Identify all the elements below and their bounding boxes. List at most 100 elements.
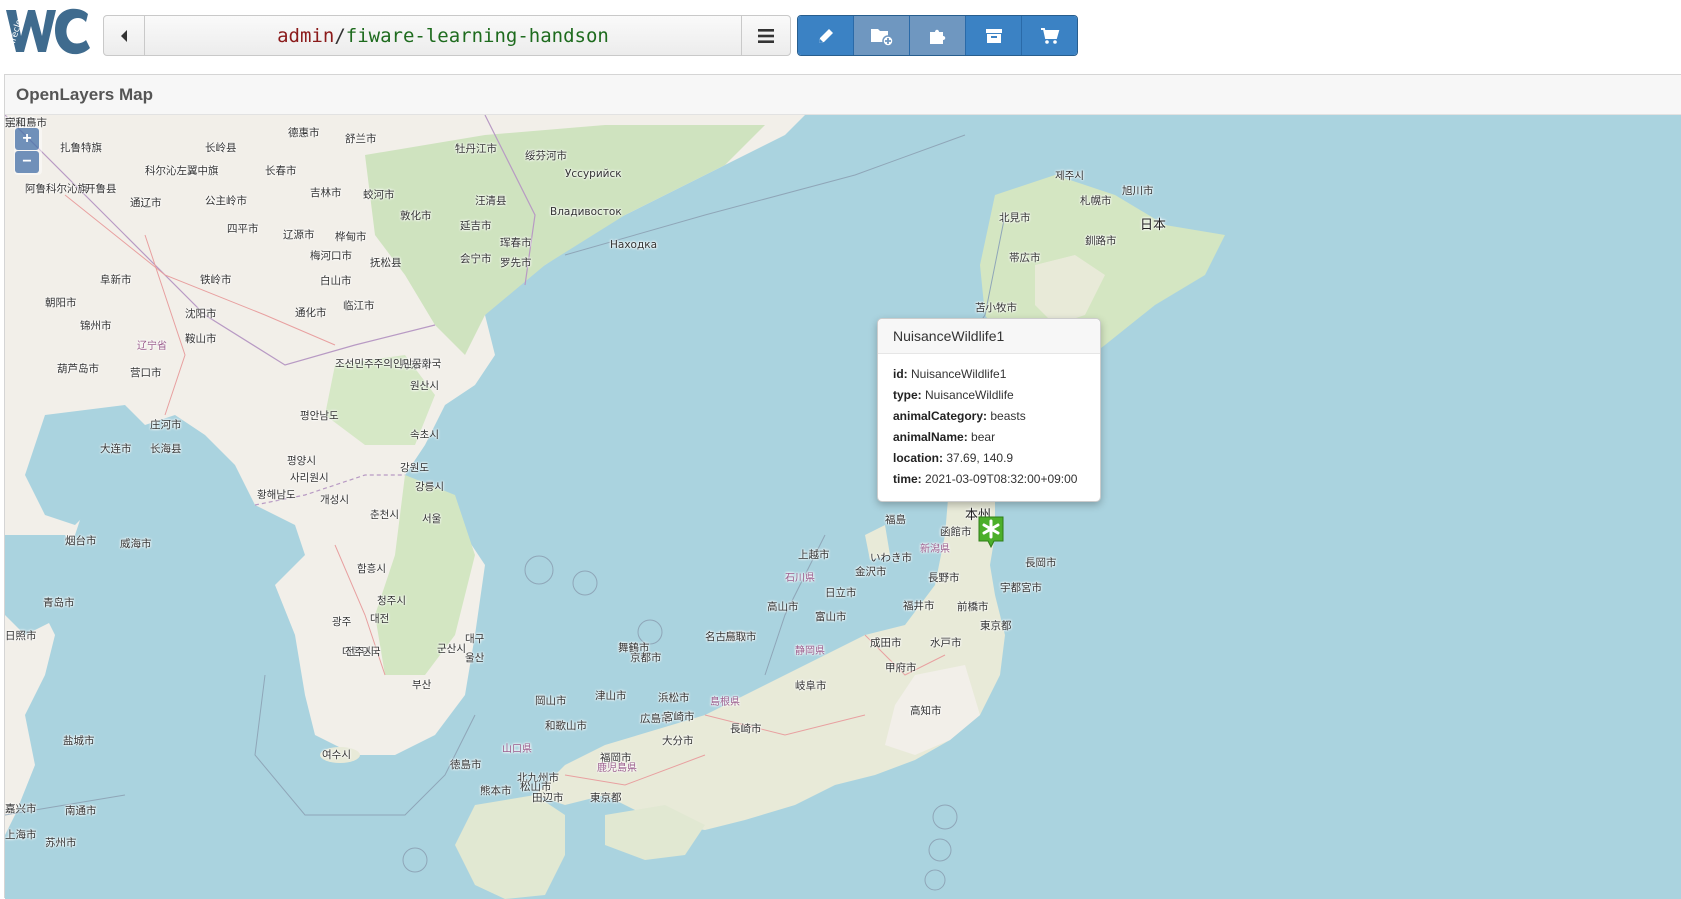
map-label: 宇都宮市 [1000, 582, 1042, 594]
map-label: 東京都 [590, 792, 622, 804]
map-label: 鹿児島県 [597, 763, 637, 774]
map-label: 罗先市 [500, 257, 532, 269]
map-label: 葫芦岛市 [57, 363, 99, 375]
popup-row-type: type: NuisanceWildlife [893, 388, 1014, 402]
map-label: 岡山市 [535, 695, 567, 707]
map-label: 锦州市 [80, 320, 112, 332]
map-label: 속초시 [410, 429, 439, 441]
map-label: 鳥取市 [725, 631, 757, 643]
map-label: 函館市 [940, 526, 972, 538]
map-label: 水戸市 [930, 637, 962, 649]
map-label: 辽源市 [283, 229, 315, 241]
map-label: 福井市 [903, 600, 935, 612]
my-resources-button[interactable] [965, 16, 1021, 55]
map-label: 釧路市 [1085, 235, 1117, 247]
map-label: 山口県 [502, 744, 532, 755]
map-label: 전주시 [345, 646, 374, 658]
zoom-out-button[interactable]: − [15, 151, 39, 173]
map-label: 蛟河市 [363, 189, 395, 201]
map-label: 울산 [465, 652, 485, 664]
map-label: 长岭县 [205, 142, 237, 154]
workspace-path: admin / fiware-learning-handson [145, 16, 741, 55]
map-label: 新潟県 [920, 544, 950, 555]
map-label: 舒兰市 [345, 133, 377, 145]
map-marker[interactable] [978, 516, 1004, 549]
popup-row-animal-name: animalName: bear [893, 430, 996, 444]
map-label: 청주시 [377, 595, 406, 607]
map-label: 汪清县 [475, 195, 507, 207]
map-label: 青岛市 [43, 597, 75, 609]
map-label: 苫小牧市 [975, 302, 1017, 314]
edit-button[interactable] [798, 16, 853, 55]
map-label: 徳島市 [450, 759, 482, 771]
pencil-icon [818, 28, 833, 43]
map-label: 成田市 [870, 637, 902, 649]
map-label: 함흥시 [357, 563, 386, 575]
map-label: 日立市 [825, 587, 857, 599]
map-label: 北見市 [999, 212, 1031, 224]
map-label: 长海县 [150, 443, 182, 455]
map-label: 津山市 [595, 690, 627, 702]
components-button[interactable] [909, 16, 965, 55]
map-label: 威海市 [120, 538, 152, 550]
map-label: 临江市 [343, 300, 375, 312]
archive-icon [985, 28, 1002, 43]
workspace-owner: admin [277, 24, 335, 47]
workspace-menu-button[interactable] [741, 16, 790, 55]
map-label: 盐城市 [63, 735, 95, 747]
map-label: 札幌市 [1080, 195, 1112, 207]
popup-row-animal-category: animalCategory: beasts [893, 409, 1026, 423]
hamburger-icon [758, 28, 774, 43]
map-label: 광주 [332, 616, 352, 628]
map-label: 通化市 [295, 307, 327, 319]
map-label: 开鲁县 [85, 183, 117, 195]
map-label: 원산시 [410, 380, 439, 392]
map-label: 춘천시 [370, 509, 399, 521]
cart-icon [1040, 27, 1059, 44]
map-label: 강릉시 [415, 481, 444, 493]
map-label: 嘉兴市 [5, 803, 37, 815]
map-label: 浜松市 [658, 692, 690, 704]
map-label: 延吉市 [460, 220, 492, 232]
map-label: 長崎市 [730, 723, 762, 735]
map-label: 石川県 [785, 573, 815, 584]
map-label: 황해남도 [257, 489, 296, 501]
workspace-bar: admin / fiware-learning-handson [103, 15, 791, 56]
map-label: 田辺市 [532, 792, 564, 804]
map-label: 前橋市 [957, 601, 989, 613]
map-label: 烟台市 [65, 535, 97, 547]
map-label: 長野市 [928, 572, 960, 584]
map-label: 大分市 [662, 735, 694, 747]
map-label: Находка [610, 239, 658, 251]
map-label: 京都市 [630, 652, 662, 664]
map-label: 南通市 [65, 805, 97, 817]
add-widget-button[interactable] [853, 16, 909, 55]
map-label: 上海市 [5, 829, 37, 841]
popup-row-location: location: 37.69, 140.9 [893, 451, 1014, 465]
map-label: 朝阳市 [45, 297, 77, 309]
feature-popup: NuisanceWildlife1 id: NuisanceWildlife1 … [877, 318, 1101, 502]
map-label: 岐阜市 [795, 680, 827, 692]
map-label: 甲府市 [885, 662, 917, 674]
marketplace-button[interactable] [1021, 16, 1077, 55]
map-label: 扎鲁特旗 [60, 142, 102, 154]
map-label: 静岡県 [795, 646, 825, 657]
zoom-in-button[interactable]: + [15, 128, 39, 150]
map-label: 敦化市 [400, 210, 432, 222]
map-label: 绥芬河市 [525, 150, 567, 162]
map-viewport[interactable]: 扎鲁特旗 长岭县 德惠市 舒兰市 牡丹江市 绥芬河市 Уссурийск Владивосто… [5, 115, 1681, 899]
wirecloud-logo[interactable]: Wirecloud [2, 2, 94, 60]
map-label: 抚松县 [370, 257, 402, 269]
map-label: 長岡市 [1025, 557, 1057, 569]
map-label: 会宁市 [460, 253, 492, 265]
map-label: 東京都 [980, 620, 1012, 632]
map-label: 대전 [370, 613, 390, 625]
puzzle-icon [929, 29, 945, 44]
back-button[interactable] [104, 16, 145, 55]
popup-row-time: time: 2021-03-09T08:32:00+09:00 [893, 472, 1078, 486]
workspace-separator: / [334, 24, 346, 47]
map-label: 富山市 [815, 611, 847, 623]
popup-title: NuisanceWildlife1 [878, 319, 1100, 354]
zoom-control: + − [14, 126, 42, 175]
workspace-name: fiware-learning-handson [345, 24, 609, 47]
